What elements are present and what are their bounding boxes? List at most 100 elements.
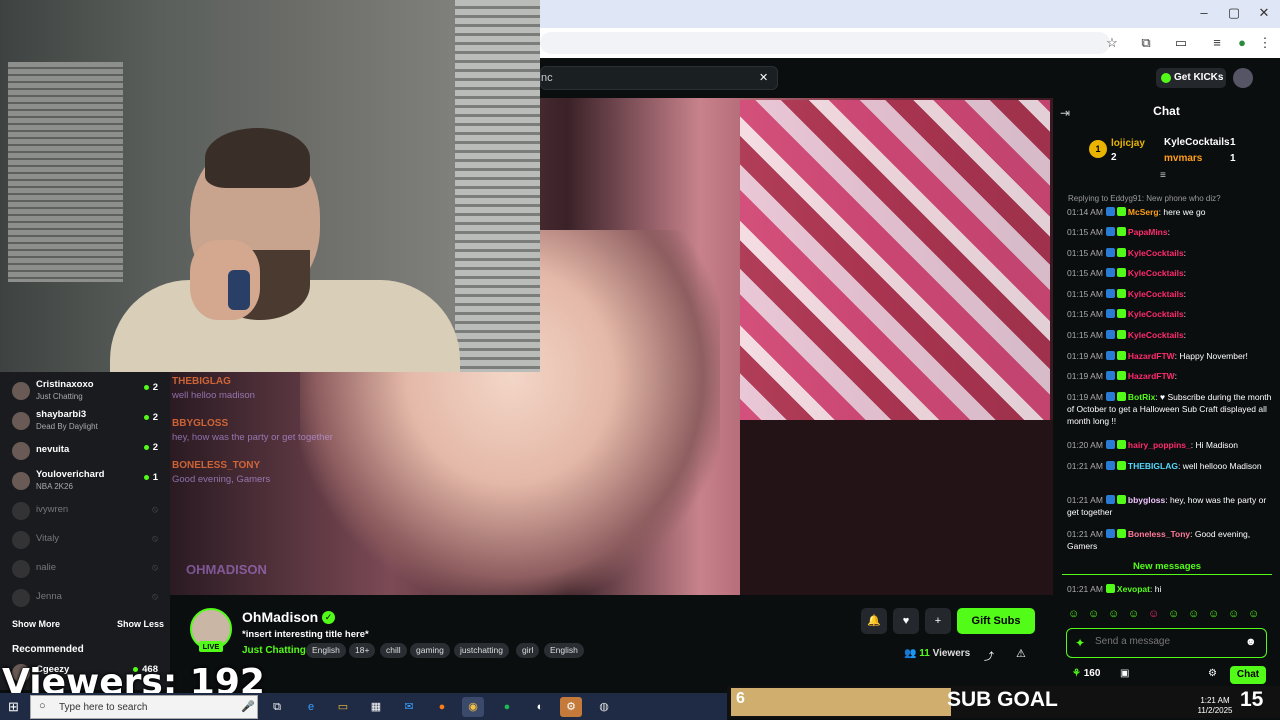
profile-icon[interactable]: ● <box>1233 35 1251 51</box>
stream-tag[interactable]: English <box>544 643 584 658</box>
channel-points[interactable]: ⚘ 160 <box>1072 668 1100 679</box>
emote-icon[interactable]: ☺ <box>1228 608 1239 620</box>
media-icon[interactable]: ≡ <box>1208 35 1226 51</box>
leaderboard-user[interactable]: lojicjay <box>1111 138 1145 149</box>
chat-username[interactable]: KyleCocktails <box>1128 309 1184 319</box>
gift-subs-button[interactable]: Gift Subs <box>957 608 1035 634</box>
windows-start-icon[interactable]: ⊞ <box>8 699 19 715</box>
extensions-icon[interactable]: ⧉ <box>1137 35 1155 51</box>
microphone-icon[interactable]: 🎤 <box>241 700 255 713</box>
chat-username[interactable]: KyleCocktails <box>1128 289 1184 299</box>
mail-icon[interactable]: ✉ <box>398 697 420 717</box>
sidebar-channel-offline[interactable]: nalie ⦸ <box>0 554 170 582</box>
emote-icon[interactable]: ☺ <box>1148 608 1159 620</box>
stream-tag[interactable]: 18+ <box>349 643 376 658</box>
emote-icon[interactable]: ☺ <box>1128 608 1139 620</box>
obs-icon[interactable]: ◐ <box>529 697 551 717</box>
leaderboard-user[interactable]: KyleCocktails <box>1164 137 1230 148</box>
bookmark-star-icon[interactable]: ☆ <box>1103 35 1121 51</box>
verified-badge-icon <box>1105 584 1115 593</box>
emote-icon[interactable]: ☺ <box>1068 608 1079 620</box>
category-link[interactable]: Just Chatting <box>242 645 306 656</box>
new-messages-divider[interactable]: New messages <box>1062 561 1272 575</box>
chat-settings-icon[interactable]: ⚙ <box>1208 668 1217 679</box>
store-icon[interactable]: ▦ <box>365 697 387 717</box>
leaderboard-count: 1 <box>1230 137 1236 148</box>
clear-search-icon[interactable]: ✕ <box>759 71 768 84</box>
emote-icon[interactable]: ☺ <box>1088 608 1099 620</box>
stream-tag[interactable]: English <box>306 643 346 658</box>
url-field[interactable] <box>540 32 1110 54</box>
share-icon[interactable]: ⤴ <box>984 648 994 663</box>
stream-tag[interactable]: chill <box>380 643 407 658</box>
cast-icon[interactable]: ▭ <box>1172 35 1190 51</box>
chat-username[interactable]: KyleCocktails <box>1128 330 1184 340</box>
sidebar-channel-offline[interactable]: Jenna ⦸ <box>0 583 170 611</box>
sidebar-channel[interactable]: Youloverichard NBA 2K26 1 <box>0 466 170 494</box>
notification-bell-icon[interactable]: 🔔 <box>861 608 887 634</box>
user-avatar[interactable] <box>1233 68 1253 88</box>
sparkle-icon[interactable]: ✦ <box>1075 636 1085 650</box>
system-clock[interactable]: 1:21 AM 11/2/2025 <box>1190 696 1240 716</box>
chat-username[interactable]: McSerg <box>1128 207 1159 217</box>
emote-icon[interactable]: ☺ <box>1208 608 1219 620</box>
sidebar-channel-offline[interactable]: Vitaly ⦸ <box>0 525 170 553</box>
avatar <box>12 472 30 490</box>
close-window-button[interactable]: ✕ <box>1254 4 1274 22</box>
avatar <box>12 502 30 520</box>
minimize-button[interactable]: – <box>1194 4 1214 22</box>
send-chat-button[interactable]: Chat <box>1230 666 1266 684</box>
app-icon[interactable]: ◍ <box>593 697 615 717</box>
settings-app-icon[interactable]: ⚙ <box>560 697 582 717</box>
emote-icon[interactable]: ☺ <box>1108 608 1119 620</box>
emote-icon[interactable]: ☺ <box>1168 608 1179 620</box>
emote-icon[interactable]: ☺ <box>1188 608 1199 620</box>
expand-leaderboard-icon[interactable]: ≡ <box>1160 170 1166 181</box>
chat-username[interactable]: THEBIGLAG <box>1128 461 1178 471</box>
stream-tag[interactable]: gaming <box>410 643 450 658</box>
streamer-name[interactable]: OhMadison <box>242 609 318 625</box>
show-less-button[interactable]: Show Less <box>117 619 164 629</box>
get-kicks-button[interactable]: Get KICKs <box>1156 68 1226 88</box>
task-view-icon[interactable]: ⧉ <box>266 697 288 717</box>
emoji-picker-icon[interactable]: ☻ <box>1245 636 1257 648</box>
show-more-button[interactable]: Show More <box>12 619 60 629</box>
chat-username[interactable]: KyleCocktails <box>1128 268 1184 278</box>
chat-username[interactable]: HazardFTW <box>1128 371 1175 381</box>
leaderboard-user[interactable]: mvmars <box>1164 153 1202 164</box>
chat-input-box[interactable]: ✦ ☻ <box>1066 628 1267 658</box>
sidebar-channel[interactable]: shaybarbi3 Dead By Daylight 2 <box>0 406 170 434</box>
follow-heart-icon[interactable]: ♥ <box>893 608 919 634</box>
chrome-icon[interactable]: ◉ <box>462 697 484 717</box>
stream-tag[interactable]: girl <box>516 643 540 658</box>
chat-username[interactable]: Boneless_Tony <box>1128 529 1190 539</box>
gift-icon[interactable]: ▣ <box>1120 668 1129 679</box>
spotify-icon[interactable]: ● <box>496 697 518 717</box>
edge-icon[interactable]: e <box>300 697 322 717</box>
viewers-icon: 👥 <box>904 648 917 659</box>
browser-menu-icon[interactable]: ⋮ <box>1256 35 1274 51</box>
chat-username[interactable]: bbygloss <box>1128 495 1165 505</box>
file-explorer-icon[interactable]: ▭ <box>332 697 354 717</box>
avatar <box>12 412 30 430</box>
chat-username[interactable]: hairy_poppins_ <box>1128 440 1191 450</box>
chat-input[interactable] <box>1095 636 1235 647</box>
leaderboard-count: 1 <box>1230 153 1236 164</box>
stream-tag[interactable]: justchatting <box>454 643 509 658</box>
maximize-button[interactable]: ▢ <box>1224 4 1244 22</box>
chat-username[interactable]: BotRix <box>1128 392 1155 402</box>
overlay-message: Good evening, Gamers <box>172 474 271 485</box>
chat-username[interactable]: KyleCocktails <box>1128 248 1184 258</box>
report-icon[interactable]: ⚠ <box>1016 647 1026 660</box>
sidebar-channel[interactable]: nevuita 2 <box>0 436 170 464</box>
firefox-icon[interactable]: ● <box>431 697 453 717</box>
sidebar-channel[interactable]: Cristinaxoxo Just Chatting 2 <box>0 376 170 404</box>
sidebar-channel-offline[interactable]: ivywren ⦸ <box>0 496 170 524</box>
search-input[interactable]: nc ✕ <box>540 66 778 90</box>
clip-icon[interactable]: + <box>925 608 951 634</box>
chat-message: 01:15 AM KyleCocktails: <box>1067 309 1187 319</box>
chat-username[interactable]: HazardFTW <box>1128 351 1175 361</box>
chat-username[interactable]: PapaMins <box>1128 227 1168 237</box>
emote-icon[interactable]: ☺ <box>1248 608 1259 620</box>
taskbar-search[interactable]: ○ Type here to search 🎤 <box>30 695 258 719</box>
